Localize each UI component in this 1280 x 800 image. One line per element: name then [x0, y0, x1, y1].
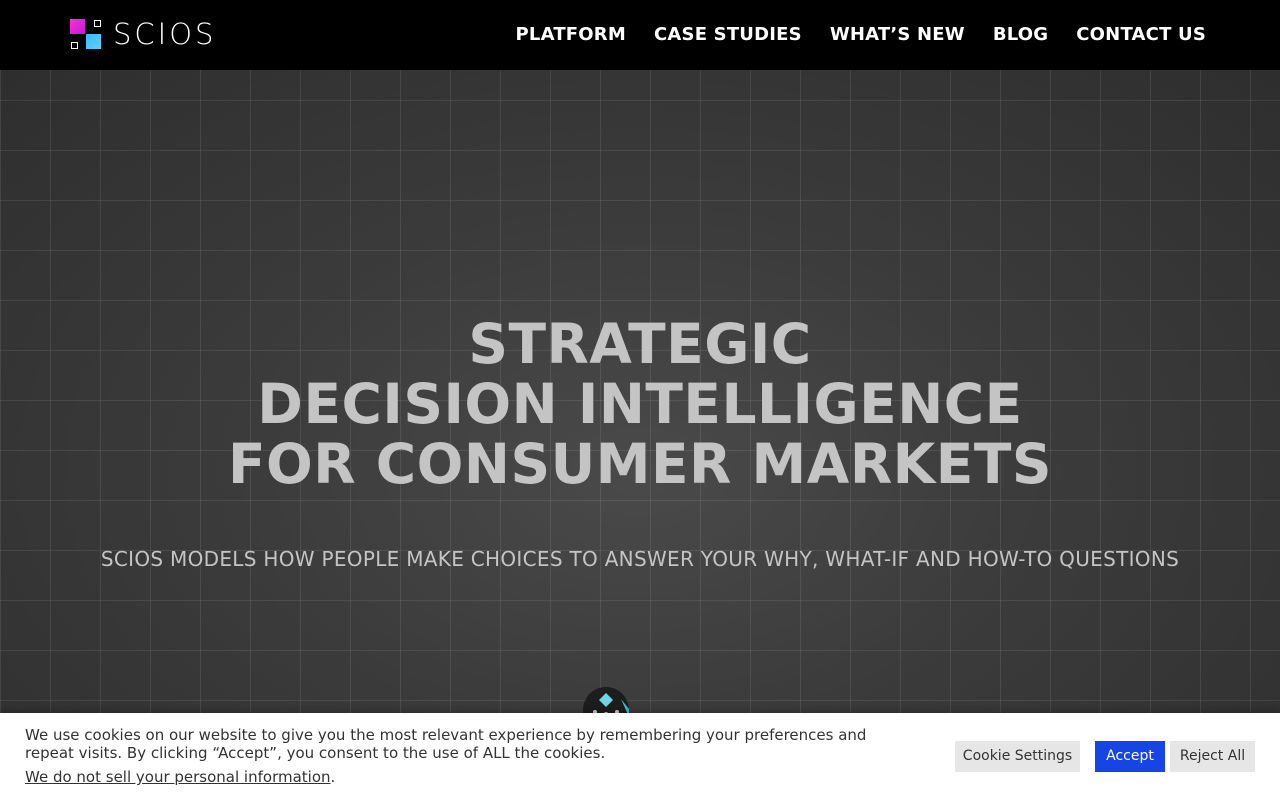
top-navbar: SCIOS PLATFORM CASE STUDIES WHAT’S NEW B…	[0, 0, 1280, 70]
accept-cookies-button[interactable]: Accept	[1095, 741, 1165, 772]
scios-logo[interactable]: SCIOS	[70, 19, 216, 50]
nav-item-platform[interactable]: PLATFORM	[516, 22, 626, 48]
cookie-link-row: We do not sell your personal information…	[25, 768, 335, 786]
nav-item-case-studies[interactable]: CASE STUDIES	[654, 22, 802, 48]
logo-mark-icon	[70, 19, 101, 50]
nav-item-whats-new[interactable]: WHAT’S NEW	[830, 22, 965, 48]
cookie-consent-banner: We use cookies on our website to give yo…	[0, 713, 1280, 800]
cookie-settings-button[interactable]: Cookie Settings	[955, 741, 1080, 772]
hero-headline: STRATEGIC DECISION INTELLIGENCE FOR CONS…	[0, 314, 1280, 494]
main-nav: PLATFORM CASE STUDIES WHAT’S NEW BLOG CO…	[516, 22, 1206, 48]
nav-item-contact-us[interactable]: CONTACT US	[1076, 22, 1206, 48]
logo-wordmark: SCIOS	[113, 17, 217, 51]
hero-subheadline: SCIOS MODELS HOW PEOPLE MAKE CHOICES TO …	[100, 547, 1180, 571]
nav-item-blog[interactable]: BLOG	[993, 22, 1048, 48]
hero-headline-line-3: FOR CONSUMER MARKETS	[227, 432, 1053, 496]
link-suffix: .	[330, 768, 336, 786]
do-not-sell-link[interactable]: We do not sell your personal information	[25, 768, 331, 786]
hero-headline-line-2: DECISION INTELLIGENCE	[257, 372, 1023, 436]
reject-all-button[interactable]: Reject All	[1170, 741, 1255, 772]
hero-headline-line-1: STRATEGIC	[468, 312, 812, 376]
cookie-message: We use cookies on our website to give yo…	[25, 726, 867, 762]
hero-section: STRATEGIC DECISION INTELLIGENCE FOR CONS…	[0, 70, 1280, 800]
